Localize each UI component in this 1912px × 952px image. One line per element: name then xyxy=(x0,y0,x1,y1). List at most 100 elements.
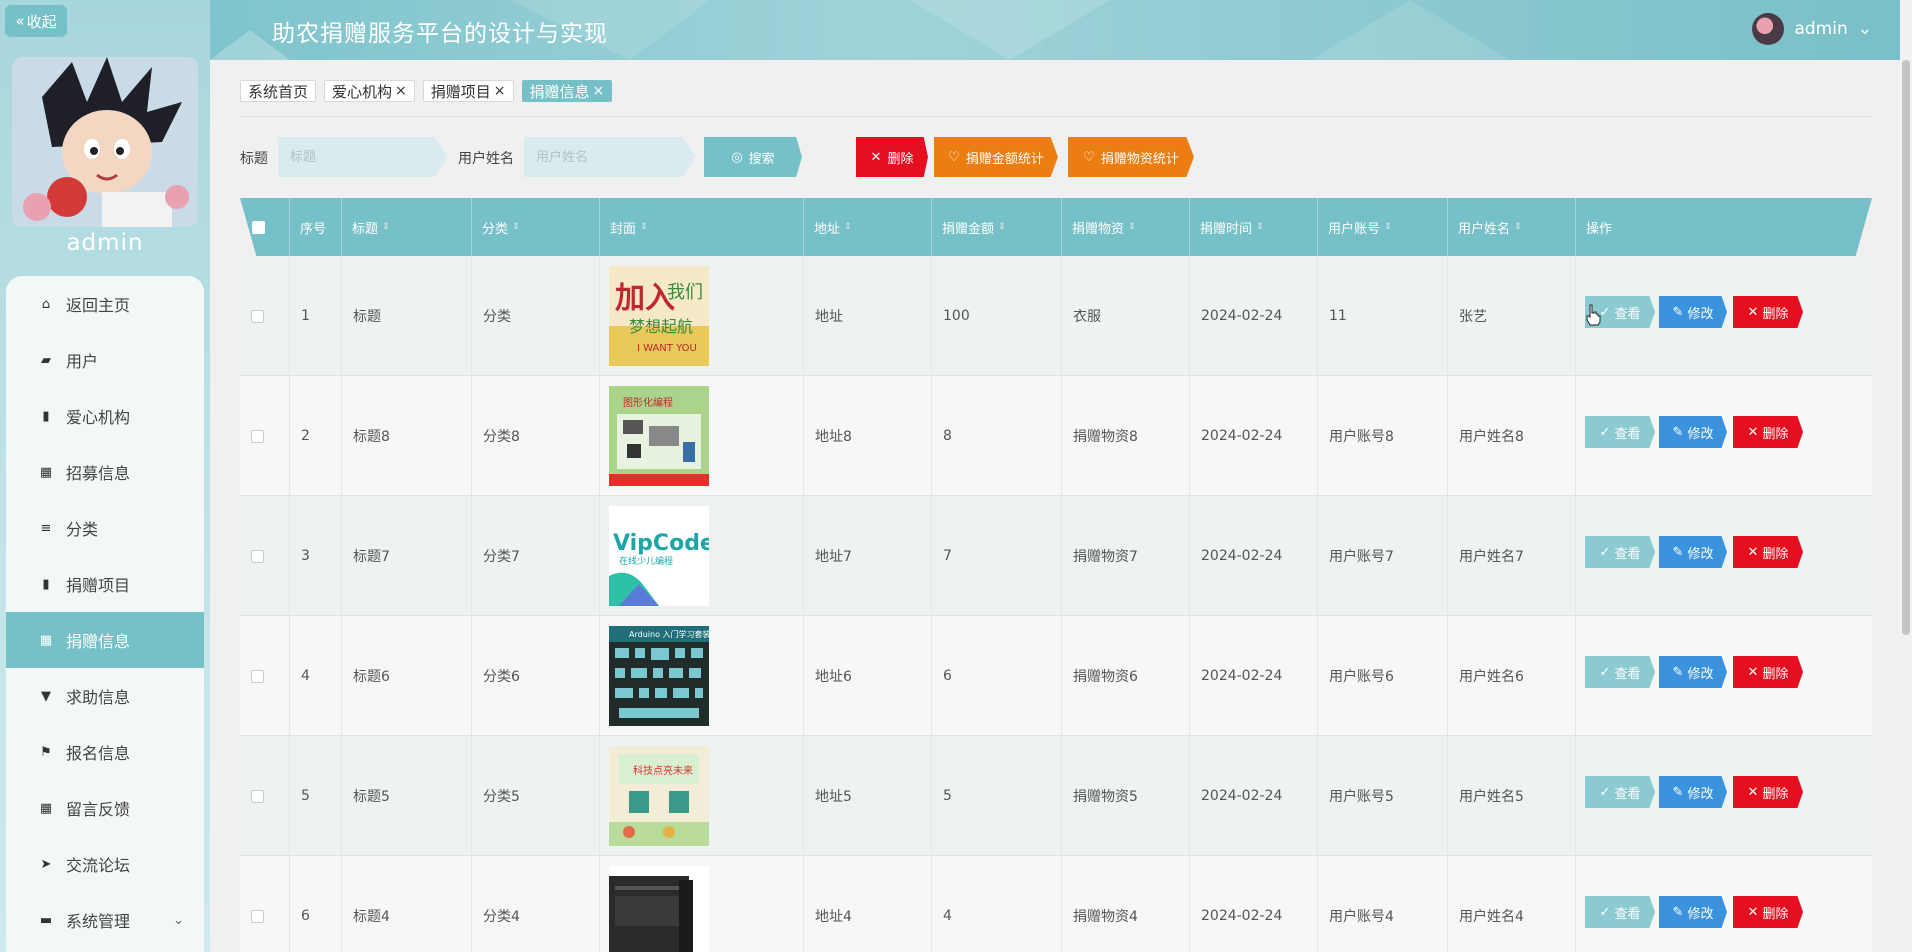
heart-icon: ♡ xyxy=(1083,149,1095,165)
delete-button[interactable]: ✕ 删除 xyxy=(1733,656,1803,688)
col-header-title[interactable]: 标题 ⇕ xyxy=(342,198,472,256)
row-checkbox[interactable] xyxy=(240,856,290,952)
row-checkbox[interactable] xyxy=(240,376,290,496)
row-checkbox[interactable] xyxy=(240,616,290,736)
sidebar-item-recruitment[interactable]: ▦ 招募信息 xyxy=(6,444,204,500)
batch-delete-button[interactable]: ✕ 删除 xyxy=(856,137,928,177)
cell-account: 用户账号8 xyxy=(1318,376,1448,496)
user-menu[interactable]: admin ⌄ xyxy=(1752,13,1872,45)
cover-cell: VipCode 在线少儿编程 xyxy=(600,496,804,616)
chevron-down-icon: ⌄ xyxy=(173,912,184,928)
delete-button[interactable]: ✕ 删除 xyxy=(1733,416,1803,448)
cover-image[interactable]: 图形化编程 xyxy=(609,386,709,486)
select-all-checkbox[interactable] xyxy=(240,198,290,256)
close-icon: ✕ xyxy=(1747,304,1759,320)
view-button[interactable]: ✓ 查看 xyxy=(1585,776,1655,808)
edit-button[interactable]: ✎ 修改 xyxy=(1659,896,1727,928)
sidebar-item-system[interactable]: ▬ 系统管理 ⌄ xyxy=(6,892,204,948)
cover-image[interactable]: Arduino 入门学习套装 xyxy=(609,626,709,726)
sidebar-item-feedback[interactable]: ▦ 留言反馈 xyxy=(6,780,204,836)
search-button[interactable]: ◎ 搜索 xyxy=(704,137,802,177)
svg-text:VipCode: VipCode xyxy=(613,531,709,556)
table-header: 序号 标题 ⇕ 分类 ⇕ 封面 ⇕ 地址 ⇕ 捐赠金额 ⇕ 捐赠物资 ⇕ 捐赠时间 ⇕ 用户账… xyxy=(240,198,1872,256)
col-header-amount[interactable]: 捐赠金额 ⇕ xyxy=(932,198,1062,256)
sidebar-item-forum[interactable]: ➤ 交流论坛 xyxy=(6,836,204,892)
row-checkbox[interactable] xyxy=(240,736,290,856)
grid-icon: ▦ xyxy=(39,632,53,648)
check-icon: ✓ xyxy=(1599,304,1611,320)
delete-button[interactable]: ✕ 删除 xyxy=(1733,536,1803,568)
delete-button[interactable]: ✕ 删除 xyxy=(1733,296,1803,328)
cell-address: 地址8 xyxy=(804,376,932,496)
vertical-scrollbar[interactable] xyxy=(1900,0,1912,952)
cover-cell: 加入 我们 梦想起航 I WANT YOU xyxy=(600,256,804,376)
collapse-button[interactable]: « 收起 xyxy=(5,5,67,37)
ticket-icon: ▮ xyxy=(42,408,50,424)
list-icon: ≡ xyxy=(40,520,52,536)
cell-goods: 捐赠物资7 xyxy=(1062,496,1190,616)
row-checkbox[interactable] xyxy=(240,496,290,616)
chart-icon: ▰ xyxy=(41,352,51,368)
tab-home[interactable]: 系统首页 xyxy=(240,80,317,102)
col-header-category[interactable]: 分类 ⇕ xyxy=(472,198,600,256)
col-header-time[interactable]: 捐赠时间 ⇕ xyxy=(1190,198,1318,256)
check-icon: ✓ xyxy=(1599,784,1611,800)
table-row: 3 标题7 分类7 VipCode 在线少儿编程 地址7 7 捐赠物资7 2024-02-24 用… xyxy=(240,496,1872,616)
check-icon: ✓ xyxy=(1599,544,1611,560)
sidebar-item-donation-info[interactable]: ▦ 捐赠信息 xyxy=(6,612,204,668)
col-header-name[interactable]: 用户姓名 ⇕ xyxy=(1448,198,1576,256)
sidebar-item-users[interactable]: ▰ 用户 xyxy=(6,332,204,388)
goods-stats-button[interactable]: ♡ 捐赠物资统计 xyxy=(1068,137,1194,177)
edit-button[interactable]: ✎ 修改 xyxy=(1659,296,1727,328)
view-button[interactable]: ✓ 查看 xyxy=(1585,896,1655,928)
close-icon: ✕ xyxy=(1747,904,1759,920)
sidebar-item-category[interactable]: ≡ 分类 xyxy=(6,500,204,556)
delete-button[interactable]: ✕ 删除 xyxy=(1733,896,1803,928)
name-search-input[interactable] xyxy=(524,137,696,177)
edit-button[interactable]: ✎ 修改 xyxy=(1659,776,1727,808)
delete-button[interactable]: ✕ 删除 xyxy=(1733,776,1803,808)
sort-icon: ⇕ xyxy=(1128,222,1136,232)
view-button[interactable]: ✓ 查看 xyxy=(1585,416,1655,448)
edit-button[interactable]: ✎ 修改 xyxy=(1659,656,1727,688)
col-header-account[interactable]: 用户账号 ⇕ xyxy=(1318,198,1448,256)
sidebar-item-help-info[interactable]: ▼ 求助信息 xyxy=(6,668,204,724)
close-icon[interactable]: × xyxy=(395,83,407,99)
sidebar-item-charity-org[interactable]: ▮ 爱心机构 xyxy=(6,388,204,444)
cell-category: 分类7 xyxy=(472,496,600,616)
grid-icon: ▦ xyxy=(39,800,53,816)
sidebar-item-donation-project[interactable]: ▮ 捐赠项目 xyxy=(6,556,204,612)
title-search-input[interactable] xyxy=(278,137,448,177)
col-header-actions: 操作 xyxy=(1586,221,1613,237)
sidebar-item-home[interactable]: ⌂ 返回主页 xyxy=(6,276,204,332)
title-label: 标题 xyxy=(240,151,268,167)
amount-stats-button[interactable]: ♡ 捐赠金额统计 xyxy=(934,137,1058,177)
scrollbar-thumb[interactable] xyxy=(1902,60,1910,635)
cell-goods: 捐赠物资4 xyxy=(1062,856,1190,952)
view-button[interactable]: ✓ 查看 xyxy=(1585,536,1655,568)
col-header-address[interactable]: 地址 ⇕ xyxy=(804,198,932,256)
close-icon[interactable]: × xyxy=(593,83,605,99)
table-row: 6 标题4 分类4 地址4 4 捐赠物资4 2024-02-24 用户账号4 用户姓名4 ✓ 查看 ✎… xyxy=(240,856,1872,952)
cover-image[interactable]: 科技点亮未来 xyxy=(609,746,709,846)
col-header-goods[interactable]: 捐赠物资 ⇕ xyxy=(1062,198,1190,256)
cover-image[interactable]: 加入 我们 梦想起航 I WANT YOU xyxy=(609,266,709,366)
sidebar-item-signup-info[interactable]: ⚑ 报名信息 xyxy=(6,724,204,780)
sort-icon: ⇕ xyxy=(998,222,1006,232)
tab-charity-org[interactable]: 爱心机构 × xyxy=(324,80,415,102)
edit-button[interactable]: ✎ 修改 xyxy=(1659,536,1727,568)
edit-button[interactable]: ✎ 修改 xyxy=(1659,416,1727,448)
row-checkbox[interactable] xyxy=(240,256,290,376)
hand-cursor-icon xyxy=(1586,304,1601,326)
cell-time: 2024-02-24 xyxy=(1190,736,1318,856)
view-button[interactable]: ✓ 查看 xyxy=(1585,656,1655,688)
cover-image[interactable]: VipCode 在线少儿编程 xyxy=(609,506,709,606)
tab-donation-project[interactable]: 捐赠项目 × xyxy=(422,80,514,102)
sort-icon: ⇕ xyxy=(1514,222,1522,232)
tab-donation-info[interactable]: 捐赠信息 × xyxy=(521,80,613,102)
table-row: 1 标题 分类 加入 我们 梦想起航 I WANT YOU 地址 100 衣服 2024-02-24… xyxy=(240,256,1872,376)
close-icon[interactable]: × xyxy=(494,83,506,99)
cover-image[interactable] xyxy=(609,866,709,952)
col-header-cover[interactable]: 封面 ⇕ xyxy=(600,198,804,256)
cell-amount: 7 xyxy=(932,496,1062,616)
